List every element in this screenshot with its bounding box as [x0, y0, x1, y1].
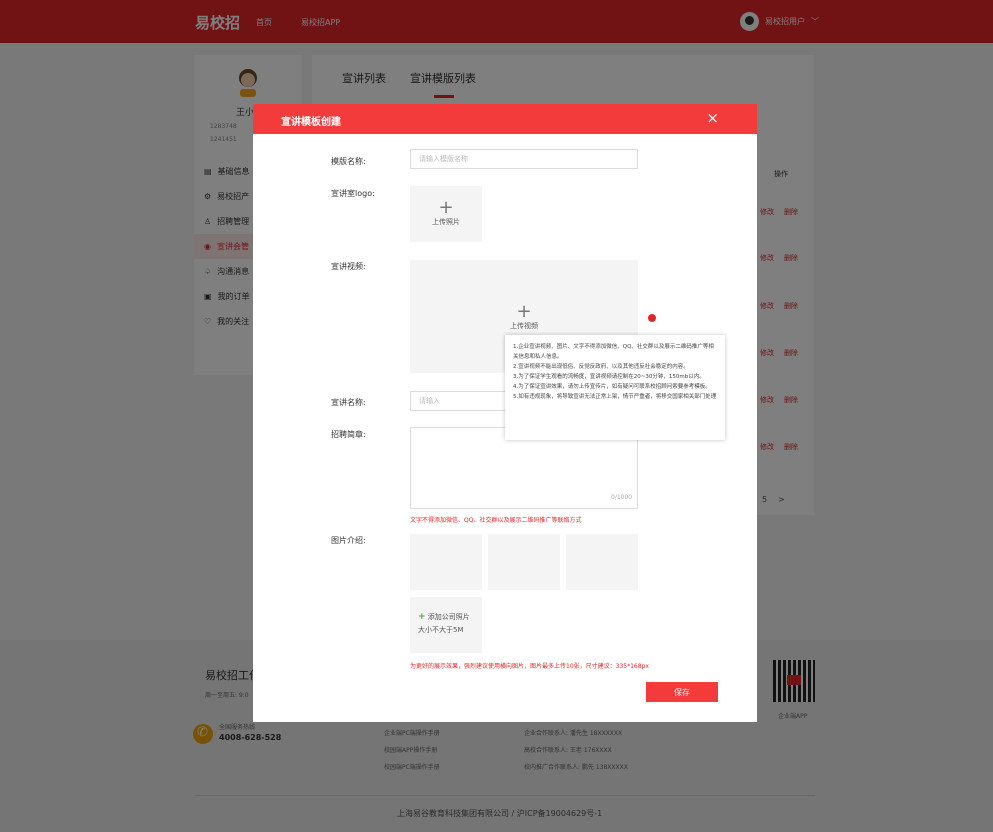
template-name-label: 模版名称:: [331, 157, 366, 166]
plus-icon: +: [516, 301, 532, 322]
upload-logo-text: 上传照片: [432, 218, 460, 226]
logo-label: 宣讲室logo:: [331, 189, 375, 198]
images-label: 图片介绍:: [331, 536, 366, 545]
save-button[interactable]: 保存: [646, 682, 718, 702]
close-icon[interactable]: ×: [706, 109, 719, 127]
create-template-modal: 宣讲模板创建 × 模版名称: 宣讲室logo: + 上传照片 宣讲视频: + 上…: [253, 104, 757, 722]
modal-title: 宣讲模板创建: [281, 117, 341, 128]
page: 易校招 首页 易校招APP 易校招用户 ﹀ 王小 1283748 1241451…: [0, 0, 993, 832]
char-counter: 0/1000: [611, 494, 633, 501]
images-note: 为更好的展示效果，强烈建议使用横向图片，图片最多上传10张，尺寸建议：335*1…: [410, 663, 649, 670]
size-limit: 大小不大于5M: [418, 626, 464, 634]
video-label: 宣讲视频:: [331, 262, 366, 271]
video-rules-tooltip: 1.企业宣讲视频、图片、文字不得添加微信、QQ、社交群以及展示二维码推广等相关信…: [505, 335, 725, 440]
plus-icon: +: [438, 197, 454, 218]
brief-label: 招聘简章:: [331, 430, 366, 439]
tooltip-line: 3.为了保证学生观看的流畅度，宣讲视频请控制在20~30分钟，150mb以内。: [513, 374, 705, 380]
logo-upload[interactable]: + 上传照片: [410, 186, 482, 242]
image-slot[interactable]: [566, 534, 638, 590]
upload-video-text: 上传视频: [510, 322, 538, 330]
tooltip-line: 5.如有违规现象，将导致宣讲无法正常上架，情节严重者，将移交国家相关部门处理: [513, 394, 717, 400]
tooltip-line: 1.企业宣讲视频、图片、文字不得添加微信、QQ、社交群以及展示二维码推广等相关信…: [513, 344, 714, 360]
modal-header: 宣讲模板创建 ×: [253, 104, 757, 134]
tooltip-line: 2.宣讲视频不能出现低俗、反党反政府、以及其他违反社会稳定的内容。: [513, 364, 689, 370]
tooltip-line: 4.为了保证宣讲效果，请勿上传宣传片，如有疑问可联系校招顾问索要参考模板。: [513, 384, 711, 390]
brief-warning: 文字不得添加微信、QQ、社交群以及展示二维码推广等联络方式: [410, 517, 582, 524]
add-photo-button[interactable]: + 添加公司照片 大小不大于5M: [410, 597, 482, 653]
info-icon[interactable]: [648, 314, 656, 322]
template-name-input[interactable]: [410, 149, 638, 169]
add-photo-label: 添加公司照片: [427, 613, 470, 621]
talk-name-label: 宣讲名称:: [331, 398, 366, 407]
image-slot[interactable]: [488, 534, 560, 590]
image-slot[interactable]: [410, 534, 482, 590]
plus-icon: +: [418, 612, 426, 622]
